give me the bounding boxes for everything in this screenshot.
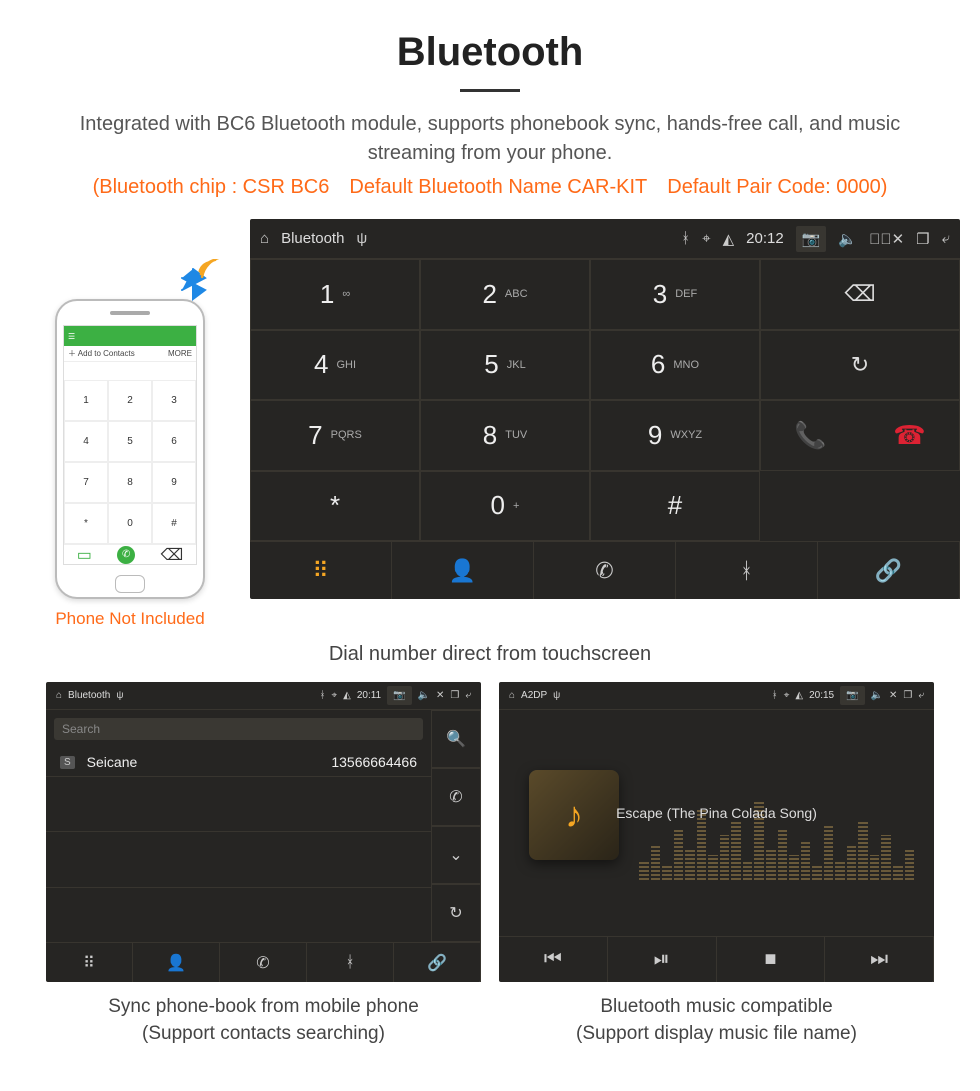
call-button[interactable]: 📞	[761, 420, 860, 451]
key-9[interactable]: 9WXYZ	[590, 400, 760, 471]
page-title: Bluetooth	[20, 30, 960, 75]
phonebook-caption: Sync phone-book from mobile phone (Suppo…	[46, 994, 481, 1047]
key-5[interactable]: 5JKL	[420, 330, 590, 401]
wifi-icon: ◭	[723, 230, 735, 248]
tab-pair[interactable]: 🔗	[818, 542, 960, 599]
tab-dialpad[interactable]: ⠿	[250, 542, 392, 599]
status-title: Bluetooth	[281, 230, 344, 247]
phonebook-screen: ⌂ Bluetooth ψ ᚼ⌖◭ 20:11 📷 🔈 ✕ ❐ ⤶ Search…	[46, 682, 481, 982]
tab-contacts[interactable]: 👤	[133, 943, 220, 982]
search-input[interactable]: Search	[54, 718, 423, 740]
key-1[interactable]: 1∞	[250, 259, 420, 330]
key-7[interactable]: 7PQRS	[250, 400, 420, 471]
back-icon[interactable]: ⤶	[918, 690, 924, 701]
page-subtitle: Integrated with BC6 Bluetooth module, su…	[50, 110, 930, 168]
volume-icon[interactable]: 🔈	[418, 690, 430, 701]
tab-call-log[interactable]: ✆	[534, 542, 676, 599]
recent-icon[interactable]: ❐	[903, 690, 912, 701]
hangup-button[interactable]: ☎	[860, 420, 959, 451]
dial-pad: 1∞ 2ABC 3DEF 4GHI 5JKL 6MNO 7PQRS 8TUV 9…	[250, 259, 760, 541]
play-pause-button[interactable]: ⏯	[608, 937, 717, 982]
backspace-button[interactable]: ⌫	[760, 259, 960, 330]
close-icon[interactable]: ✕	[436, 690, 444, 701]
key-0[interactable]: 0+	[420, 471, 590, 542]
close-icon[interactable]: �⃞✕	[869, 230, 904, 248]
album-art-icon: ♪	[529, 770, 619, 860]
contact-row[interactable]: S Seicane 13566664466	[46, 748, 431, 777]
next-track-button[interactable]: ⏭	[825, 937, 934, 982]
music-caption: Bluetooth music compatible (Support disp…	[499, 994, 934, 1047]
key-8[interactable]: 8TUV	[420, 400, 590, 471]
key-2[interactable]: 2ABC	[420, 259, 590, 330]
back-icon[interactable]: ⤶	[465, 690, 471, 701]
phone-caption: Phone Not Included	[55, 609, 204, 629]
key-hash[interactable]: #	[590, 471, 760, 542]
prev-track-button[interactable]: ⏮	[499, 937, 608, 982]
screenshot-icon[interactable]: 📷	[840, 686, 864, 705]
screenshot-icon[interactable]: 📷	[387, 686, 411, 705]
search-icon[interactable]: 🔍	[431, 710, 481, 768]
status-time: 20:11	[357, 690, 381, 701]
recent-icon[interactable]: ❐	[450, 690, 459, 701]
home-icon[interactable]: ⌂	[56, 690, 62, 701]
music-screen: ⌂ A2DP ψ ᚼ⌖◭ 20:15 📷 🔈 ✕ ❐ ⤶ Escape (The…	[499, 682, 934, 982]
volume-icon[interactable]: 🔈	[871, 690, 883, 701]
tab-call-log[interactable]: ✆	[220, 943, 307, 982]
tab-bluetooth[interactable]: ᚼ	[676, 542, 818, 599]
track-title: Escape (The Pina Colada Song)	[616, 805, 817, 821]
contact-number: 13566664466	[331, 754, 417, 770]
location-icon: ⌖	[702, 230, 710, 247]
tab-bluetooth[interactable]: ᚼ	[307, 943, 394, 982]
status-title: A2DP	[521, 690, 547, 701]
close-icon[interactable]: ✕	[889, 690, 897, 701]
bottom-tabs: ⠿ 👤 ✆ ᚼ 🔗	[250, 541, 960, 599]
volume-icon[interactable]: 🔈	[838, 230, 857, 248]
recent-icon[interactable]: ❐	[916, 230, 929, 248]
phone-mockup: ☰ ＋ Add to Contacts MORE 123 456 789 *0#…	[55, 299, 205, 599]
status-time: 20:12	[746, 230, 784, 247]
bluetooth-icon: ᚼ	[681, 230, 690, 247]
status-bar: ⌂ Bluetooth ψ ᚼ ⌖ ◭ 20:12 📷 🔈 �⃞✕ ❐ ⤶	[250, 219, 960, 259]
status-title: Bluetooth	[68, 690, 110, 701]
screenshot-icon[interactable]: 📷	[796, 226, 827, 252]
key-star[interactable]: *	[250, 471, 420, 542]
down-icon[interactable]: ⌄	[431, 826, 481, 884]
tab-contacts[interactable]: 👤	[392, 542, 534, 599]
call-icon[interactable]: ✆	[431, 768, 481, 826]
title-separator	[460, 89, 520, 92]
key-4[interactable]: 4GHI	[250, 330, 420, 401]
dialer-screen: ⌂ Bluetooth ψ ᚼ ⌖ ◭ 20:12 📷 🔈 �⃞✕ ❐ ⤶ 1∞…	[250, 219, 960, 599]
back-icon[interactable]: ⤶	[942, 230, 950, 247]
usb-icon: ψ	[356, 230, 367, 247]
stop-button[interactable]: ■	[717, 937, 826, 982]
tab-dialpad[interactable]: ⠿	[46, 943, 133, 982]
home-icon[interactable]: ⌂	[260, 230, 269, 247]
key-6[interactable]: 6MNO	[590, 330, 760, 401]
tab-pair[interactable]: 🔗	[394, 943, 481, 982]
dialer-caption: Dial number direct from touchscreen	[20, 643, 960, 666]
spec-line: (Bluetooth chip : CSR BC6 Default Blueto…	[20, 176, 960, 199]
key-3[interactable]: 3DEF	[590, 259, 760, 330]
status-time: 20:15	[809, 690, 834, 701]
refresh-icon[interactable]: ↻	[431, 884, 481, 942]
sync-button[interactable]: ↻	[760, 330, 960, 401]
contact-name: Seicane	[87, 754, 138, 770]
home-icon[interactable]: ⌂	[509, 690, 515, 701]
equalizer-visual	[639, 780, 914, 880]
